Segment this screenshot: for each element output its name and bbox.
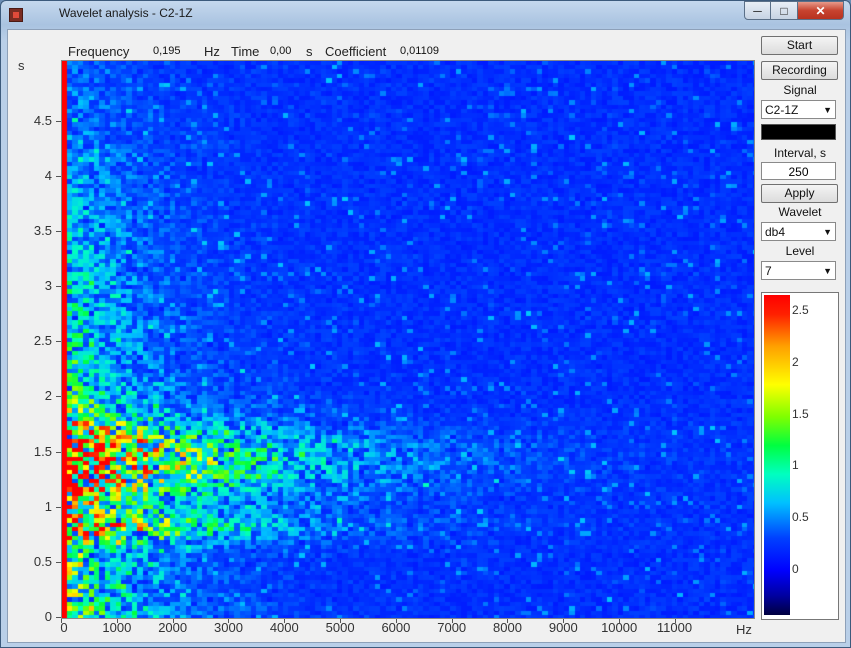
signal-value: C2-1Z [765,103,799,117]
recording-button[interactable]: Recording [761,61,838,80]
y-tick-label: 2.5 [33,333,52,349]
window-controls: ─ □ ✕ [744,1,844,20]
y-tick-label: 0.5 [33,553,52,569]
level-label: Level [785,244,815,258]
interval-input[interactable]: 250 [761,162,836,180]
colorbar-tick-label: 1 [792,458,799,473]
wavelet-plot[interactable] [61,60,755,619]
colorbar-tick-label: 2.5 [792,303,809,318]
app-icon [9,8,23,22]
y-tick-label: 1.5 [33,443,52,459]
frequency-label: Frequency [68,44,130,59]
y-tick-label: 3.5 [33,222,52,238]
signal-select[interactable]: C2-1Z ▼ [761,100,836,119]
signal-color-swatch[interactable] [761,124,836,140]
chevron-down-icon: ▼ [823,266,832,276]
interval-label: Interval, s [773,146,827,160]
close-button[interactable]: ✕ [798,1,844,20]
x-axis-label: Hz [736,622,752,637]
wavelet-heatmap[interactable] [62,61,754,618]
maximize-icon: □ [780,3,788,18]
time-value: 0,00 [270,45,292,57]
signal-label: Signal [783,83,817,97]
colorbar-legend: 0 0.5 1 1.5 2 2.5 [761,292,839,620]
y-tick-label: 3 [44,278,52,294]
coefficient-value: 0,01109 [400,45,439,57]
chevron-down-icon: ▼ [823,227,832,237]
y-tick-label: 4 [44,167,52,183]
apply-button[interactable]: Apply [761,184,838,203]
colorbar-tick-label: 0 [792,561,799,576]
minimize-icon: ─ [753,3,762,18]
time-unit: s [306,44,313,59]
window-title: Wavelet analysis - C2-1Z [59,6,193,20]
frequency-value: 0,195 [153,45,181,57]
title-bar[interactable]: Wavelet analysis - C2-1Z ─ □ ✕ [1,1,850,25]
client-area: Frequency 0,195 Hz Time 0,00 s Coefficie… [7,29,846,643]
y-tick-label: 0 [44,609,52,624]
close-icon: ✕ [815,3,826,18]
coefficient-label: Coefficient [325,44,387,59]
wavelet-value: db4 [765,225,786,239]
app-window: Wavelet analysis - C2-1Z ─ □ ✕ Frequency… [0,0,851,648]
colorbar-tick-label: 0.5 [792,509,809,524]
colorbar-tick-label: 2 [792,355,799,370]
start-button[interactable]: Start [761,36,838,55]
frequency-unit: Hz [204,44,220,59]
minimize-button[interactable]: ─ [744,1,771,20]
wavelet-label: Wavelet [778,205,822,219]
level-select[interactable]: 7 ▼ [761,261,836,280]
colorbar-gradient [764,295,790,615]
level-value: 7 [765,264,772,278]
y-axis-label: s [18,58,25,73]
colorbar-tick-label: 1.5 [792,406,809,421]
chevron-down-icon: ▼ [823,105,832,115]
time-label: Time [231,44,260,59]
wavelet-select[interactable]: db4 ▼ [761,222,836,241]
maximize-button[interactable]: □ [771,1,798,20]
y-tick-label: 4.5 [33,112,52,128]
y-tick-label: 2 [44,388,52,404]
y-tick-label: 1 [44,498,52,514]
